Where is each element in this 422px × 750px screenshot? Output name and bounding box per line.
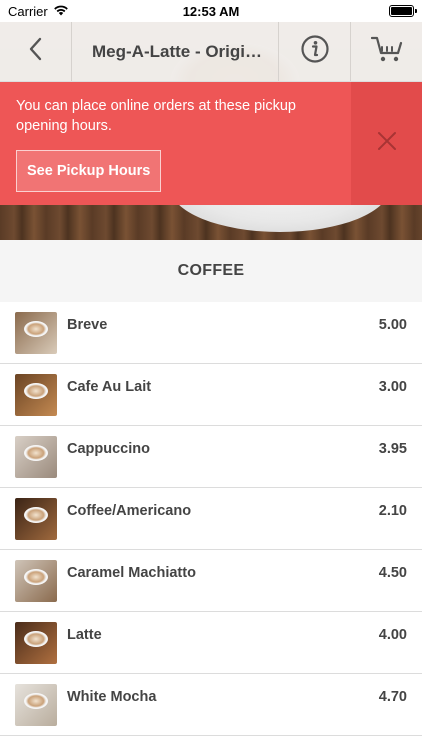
item-price: 3.95 (378, 441, 407, 457)
chevron-left-icon (28, 37, 44, 66)
item-thumbnail (15, 374, 57, 416)
carrier-group: Carrier (8, 4, 69, 19)
item-price: 3.00 (378, 379, 407, 395)
item-name: Caramel Machiatto (67, 565, 196, 581)
item-name: Cappuccino (67, 441, 150, 457)
item-thumbnail (15, 684, 57, 726)
carrier-label: Carrier (8, 3, 48, 19)
banner-content: You can place online orders at these pic… (0, 82, 351, 205)
cart-icon (370, 35, 403, 68)
menu-item[interactable]: Latte 4.00 (0, 612, 422, 674)
item-thumbnail (15, 312, 57, 354)
wifi-icon (53, 4, 69, 19)
item-price: 5.00 (378, 317, 407, 333)
info-icon (300, 34, 330, 69)
battery-icon (389, 5, 417, 17)
menu-item[interactable]: Cafe Au Lait 3.00 (0, 364, 422, 426)
item-price: 4.70 (378, 689, 407, 705)
banner-close-button[interactable] (351, 82, 422, 205)
item-name: Latte (67, 627, 102, 643)
back-button[interactable] (0, 22, 72, 81)
pickup-hours-banner: You can place online orders at these pic… (0, 82, 422, 205)
item-thumbnail (15, 436, 57, 478)
item-name: Breve (67, 317, 108, 333)
close-icon (377, 131, 397, 156)
item-name: White Mocha (67, 689, 157, 705)
menu-item[interactable]: Breve 5.00 (0, 302, 422, 364)
menu-item[interactable]: Cappuccino 3.95 (0, 426, 422, 488)
banner-message: You can place online orders at these pic… (16, 98, 296, 134)
menu-item[interactable]: White Mocha 4.70 (0, 674, 422, 736)
menu-item[interactable]: Caramel Machiatto 4.50 (0, 550, 422, 612)
info-button[interactable] (279, 22, 351, 81)
menu-list: Breve 5.00 Cafe Au Lait 3.00 Cappuccino … (0, 302, 422, 736)
menu-item[interactable]: Coffee/Americano 2.10 (0, 488, 422, 550)
item-thumbnail (15, 498, 57, 540)
cart-button[interactable] (351, 22, 422, 81)
nav-title: Meg-A-Latte - Origi… (72, 22, 279, 81)
nav-bar: Meg-A-Latte - Origi… (0, 22, 422, 82)
item-name: Cafe Au Lait (67, 379, 152, 395)
section-header: COFFEE (0, 240, 422, 302)
item-thumbnail (15, 560, 57, 602)
item-thumbnail (15, 622, 57, 664)
item-price: 4.00 (378, 627, 407, 643)
status-bar: Carrier 12:53 AM (0, 0, 422, 22)
item-price: 2.10 (378, 503, 407, 519)
item-name: Coffee/Americano (67, 503, 192, 519)
see-pickup-hours-button[interactable]: See Pickup Hours (16, 150, 162, 192)
item-price: 4.50 (378, 565, 407, 581)
